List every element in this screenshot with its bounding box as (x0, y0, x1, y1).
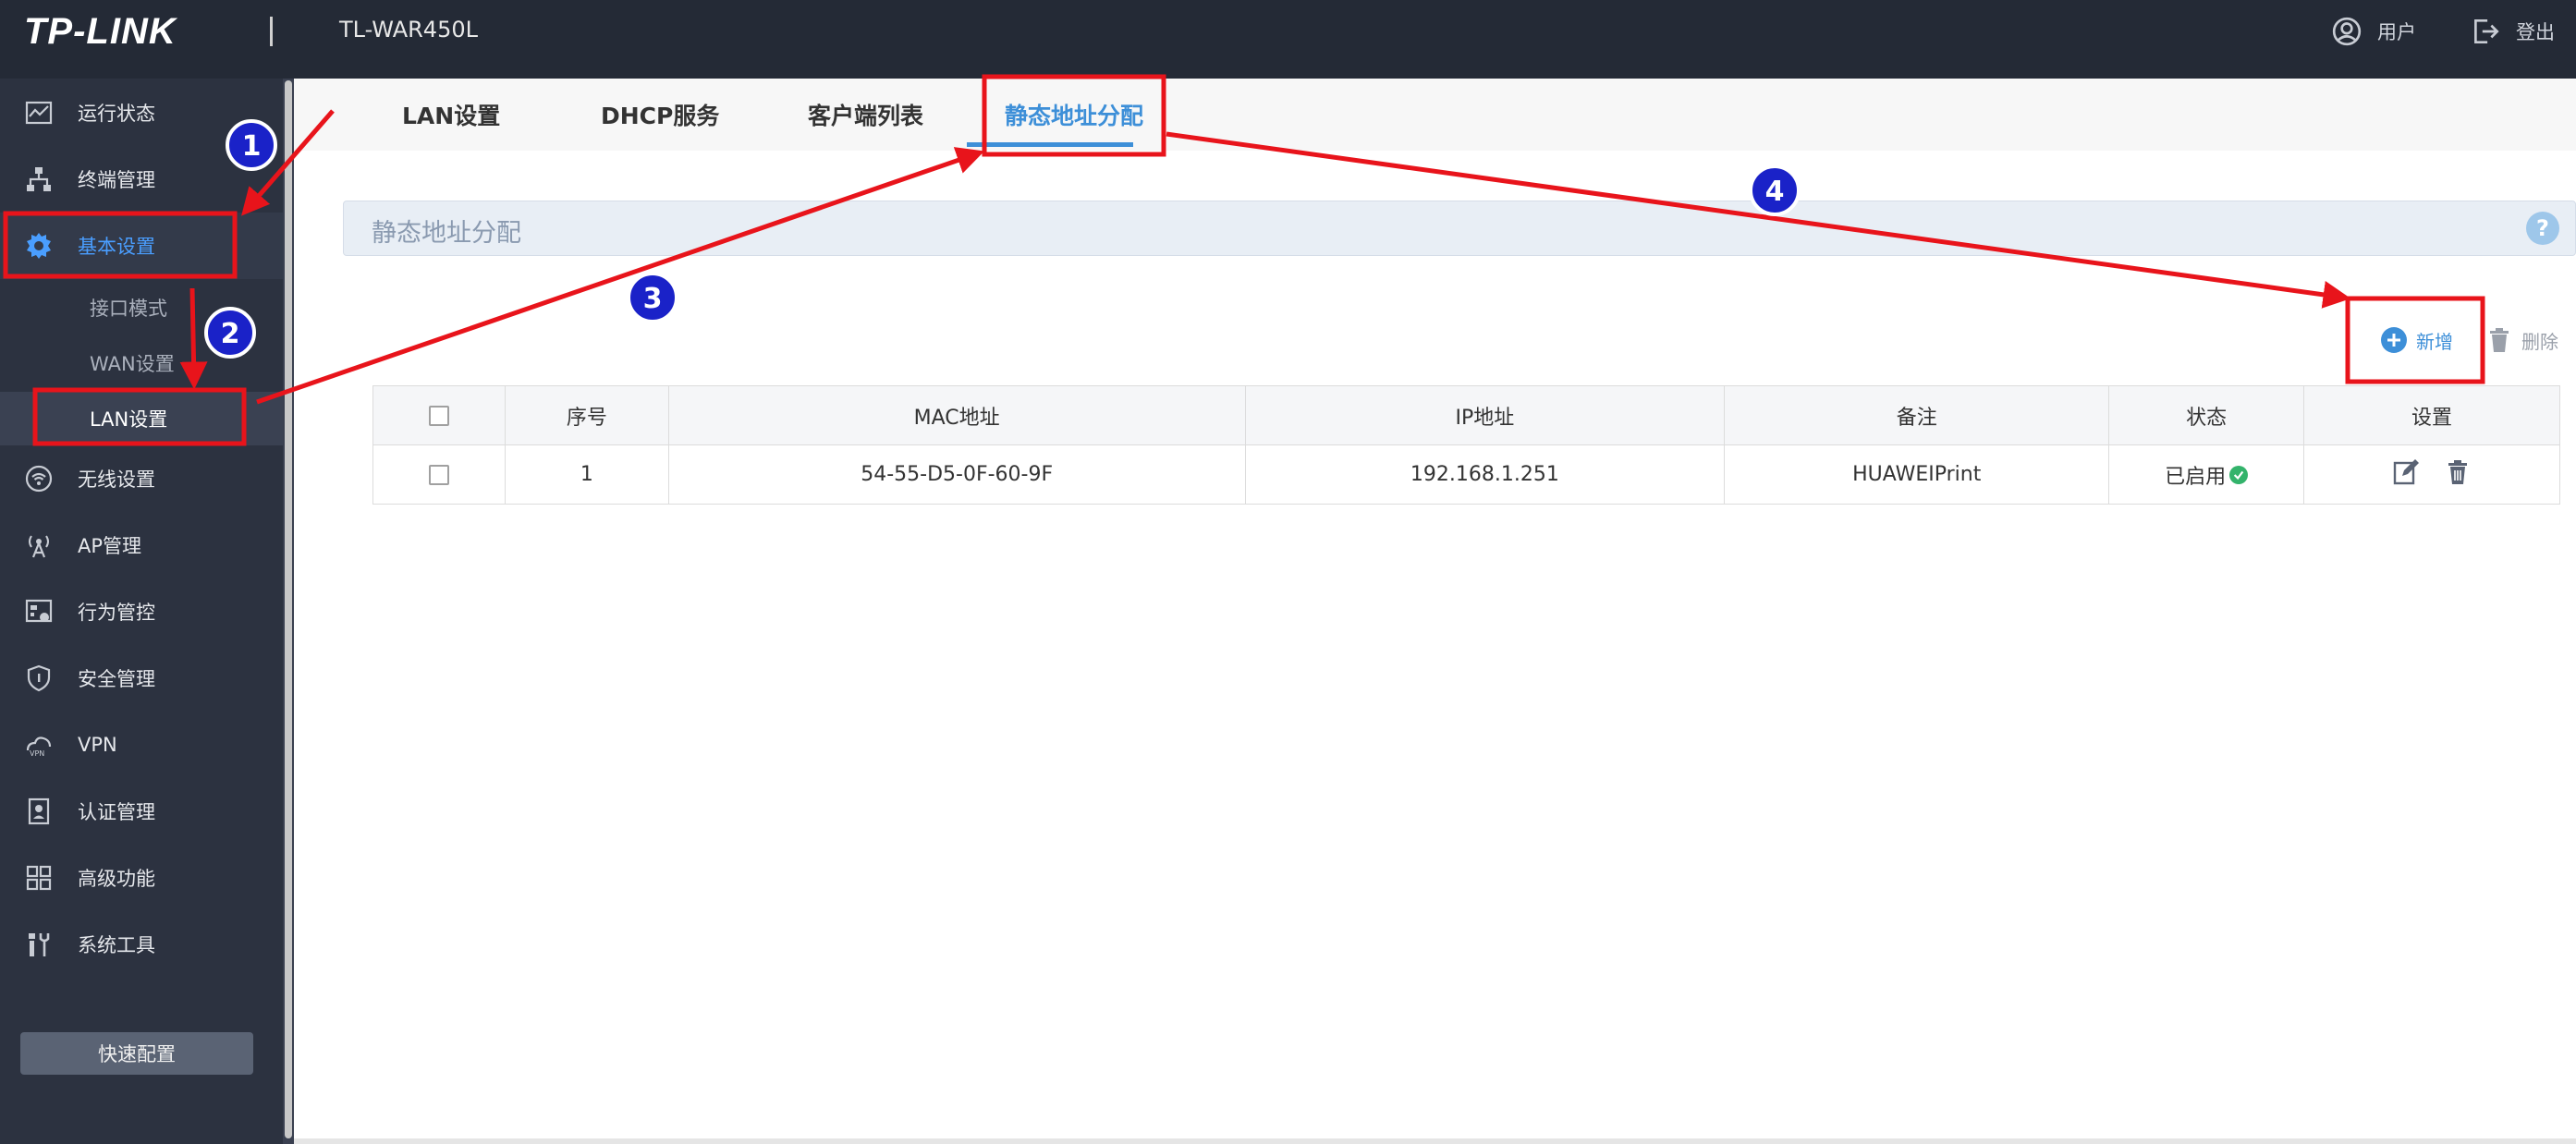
sidebar-item-auth[interactable]: 认证管理 (0, 778, 283, 845)
user-label: 用户 (2377, 21, 2416, 43)
bottom-divider (294, 1138, 2576, 1144)
status-text: 已启用 (2165, 465, 2227, 489)
antenna-icon (20, 527, 57, 564)
row-select-cell (372, 444, 506, 505)
badge-user-icon (20, 793, 57, 830)
col-ip: IP地址 (1244, 385, 1726, 445)
scrollbar-thumb[interactable] (285, 80, 292, 1138)
tools-icon (20, 926, 57, 963)
device-model: TL-WAR450L (339, 17, 478, 43)
cell-note: HUAWEIPrint (1724, 444, 2110, 505)
user-circle-icon (2332, 17, 2362, 46)
cell-ip: 192.168.1.251 (1244, 444, 1726, 505)
top-header: TP-LINK TL-WAR450L 用户 登出 (0, 0, 2576, 79)
table-header-row: 序号 MAC地址 IP地址 备注 状态 设置 (372, 385, 2560, 445)
tab-dhcp-service[interactable]: DHCP服务 (601, 79, 719, 151)
shield-icon (20, 660, 57, 697)
brand-logo: TP-LINK (24, 11, 177, 52)
sidebar-subitem-wan[interactable]: WAN设置 (0, 336, 283, 390)
tab-bar: LAN设置 DHCP服务 客户端列表 静态地址分配 (294, 79, 2576, 151)
section-header: 静态地址分配 (343, 201, 2576, 256)
sidebar-item-label: 系统工具 (78, 934, 155, 956)
network-tree-icon (20, 161, 57, 198)
sidebar-subitem-interface-mode[interactable]: 接口模式 (0, 281, 283, 335)
sidebar-item-label: 运行状态 (78, 103, 155, 125)
sidebar-item-basic-settings[interactable]: 基本设置 (0, 213, 283, 279)
logout-label: 登出 (2516, 21, 2555, 43)
add-button[interactable]: 新增 (2379, 323, 2453, 357)
wifi-icon (20, 460, 57, 497)
chart-line-icon (20, 94, 57, 131)
select-all-cell (372, 385, 506, 445)
active-tab-indicator (967, 142, 1133, 147)
tab-lan-settings[interactable]: LAN设置 (402, 79, 500, 151)
sidebar-item-label: 认证管理 (78, 801, 155, 823)
sidebar-scrollbar[interactable] (283, 79, 294, 1144)
sidebar-item-behavior[interactable]: 行为管控 (0, 578, 283, 645)
col-note: 备注 (1724, 385, 2110, 445)
sidebar-item-label: 行为管控 (78, 602, 155, 624)
trash-icon[interactable] (2443, 457, 2472, 487)
sidebar-item-advanced[interactable]: 高级功能 (0, 845, 283, 911)
control-panel-icon (20, 593, 57, 630)
col-settings: 设置 (2303, 385, 2560, 445)
quick-config-button[interactable]: 快速配置 (20, 1032, 253, 1075)
cell-mac: 54-55-D5-0F-60-9F (667, 444, 1246, 505)
col-index: 序号 (504, 385, 669, 445)
delete-label: 删除 (2521, 330, 2558, 353)
cell-status: 已启用 (2108, 444, 2305, 505)
grid-apps-icon (20, 859, 57, 896)
header-divider (270, 17, 273, 46)
check-circle-icon (2229, 465, 2249, 484)
sidebar-subitem-label: WAN设置 (90, 353, 175, 375)
sidebar-item-vpn[interactable]: VPN VPN (0, 712, 283, 778)
cell-index: 1 (504, 444, 669, 505)
sidebar-item-label: 高级功能 (78, 868, 155, 890)
table-row: 1 54-55-D5-0F-60-9F 192.168.1.251 HUAWEI… (372, 444, 2560, 505)
plus-circle-icon (2381, 327, 2407, 353)
sidebar-item-label: 基本设置 (78, 236, 155, 258)
annotation-arrow-3 (256, 147, 985, 405)
status-badge: 已启用 (2165, 460, 2249, 490)
static-address-table: 序号 MAC地址 IP地址 备注 状态 设置 1 54-55-D5-0F-60-… (372, 385, 2560, 505)
sidebar-item-status[interactable]: 运行状态 (0, 79, 283, 146)
tab-static-address[interactable]: 静态地址分配 (1005, 79, 1143, 151)
sidebar-item-terminal[interactable]: 终端管理 (0, 146, 283, 213)
sidebar-item-label: 终端管理 (78, 169, 155, 191)
tab-client-list[interactable]: 客户端列表 (808, 79, 923, 151)
sidebar-item-label: VPN (78, 734, 117, 756)
select-all-checkbox[interactable] (428, 406, 449, 426)
sidebar-item-ap[interactable]: AP管理 (0, 512, 283, 578)
sidebar-subitem-label: LAN设置 (90, 408, 168, 431)
trash-icon (2490, 328, 2509, 352)
sidebar-item-system-tools[interactable]: 系统工具 (0, 911, 283, 978)
sidebar-item-label: AP管理 (78, 535, 142, 557)
add-label: 新增 (2416, 330, 2453, 353)
step-badge-3: 3 (627, 272, 678, 323)
sidebar-subitem-label: 接口模式 (90, 298, 167, 320)
col-status: 状态 (2108, 385, 2305, 445)
svg-text:VPN: VPN (30, 749, 44, 758)
section-title: 静态地址分配 (372, 219, 521, 248)
user-menu[interactable]: 用户 (2331, 13, 2416, 50)
sidebar-item-label: 安全管理 (78, 668, 155, 690)
edit-icon[interactable] (2391, 457, 2421, 487)
gear-icon (20, 227, 57, 264)
sidebar-item-wireless[interactable]: 无线设置 (0, 445, 283, 512)
vpn-cloud-icon: VPN (20, 726, 57, 763)
logout-icon (2474, 18, 2499, 44)
svg-text:3: 3 (643, 283, 663, 315)
help-icon[interactable]: ? (2526, 212, 2559, 245)
sidebar-item-security[interactable]: 安全管理 (0, 645, 283, 712)
col-mac: MAC地址 (667, 385, 1246, 445)
logout-button[interactable]: 登出 (2470, 13, 2555, 50)
sidebar-item-label: 无线设置 (78, 469, 155, 491)
sidebar-subitem-lan[interactable]: LAN设置 (0, 392, 283, 445)
cell-actions (2303, 444, 2560, 505)
row-checkbox[interactable] (428, 465, 449, 485)
delete-button[interactable]: 删除 (2484, 323, 2558, 357)
annotation-overlay: 1 2 3 4 (3, 74, 2485, 446)
